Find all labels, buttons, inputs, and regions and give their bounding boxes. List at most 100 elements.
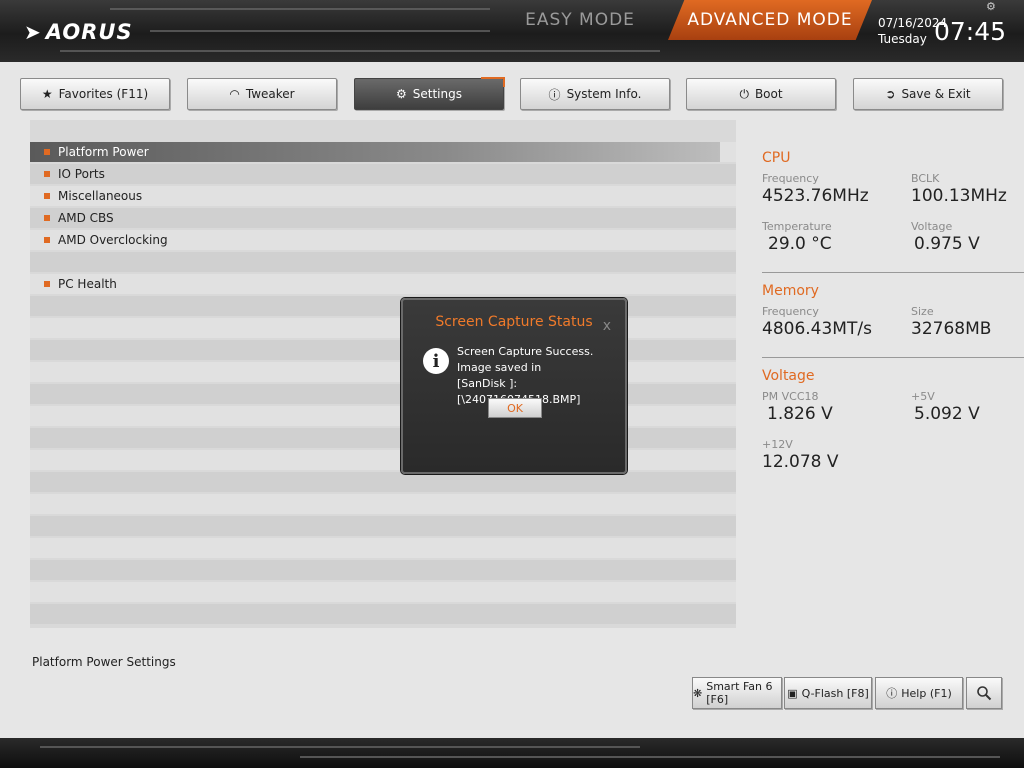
tab-label: Boot: [754, 87, 783, 101]
list-row: [30, 384, 736, 404]
header-bar: ➤ AORUS EASY MODE ADVANCED MODE 07/16/20…: [0, 0, 1024, 62]
menu-item-platform-power[interactable]: Platform Power: [30, 142, 720, 162]
list-row: [30, 164, 736, 184]
tab-tweaker[interactable]: ◠ Tweaker: [187, 78, 337, 110]
cpu-bclk-value: 100.13MHz: [911, 186, 1007, 206]
footer-bar: [0, 738, 1024, 768]
q-flash-button[interactable]: ▣ Q-Flash [F8]: [784, 677, 872, 709]
logo-text: AORUS: [45, 20, 133, 44]
list-row: [30, 340, 736, 360]
list-row: [30, 494, 736, 514]
tab-label: Tweaker: [245, 87, 295, 101]
help-button[interactable]: ⓘ Help (F1): [875, 677, 963, 709]
screen-capture-dialog: Screen Capture Status x i Screen Capture…: [401, 298, 627, 474]
tab-label: System Info.: [566, 87, 642, 101]
info-icon: ⓘ: [548, 87, 561, 102]
memory-frequency-label: Frequency: [762, 305, 819, 318]
help-icon: ⓘ: [886, 687, 898, 700]
decor-streak: [300, 756, 1000, 758]
star-folder-icon: ★: [41, 87, 53, 101]
list-row: [30, 582, 736, 602]
list-row: [30, 296, 736, 316]
item-description: Platform Power Settings: [32, 655, 176, 669]
list-row: [30, 406, 736, 426]
search-icon: [977, 686, 992, 701]
voltage-section-title: Voltage: [762, 368, 815, 384]
search-button[interactable]: [966, 677, 1002, 709]
voltage-grid: PM VCC18 +5V 1.826 V 5.092 V +12V 12.078…: [762, 390, 1024, 486]
memory-section-title: Memory: [762, 283, 819, 299]
bullet-icon: [44, 281, 50, 287]
button-label: Smart Fan 6 [F6]: [706, 680, 773, 706]
tab-label: Favorites (F11): [58, 87, 149, 101]
close-icon[interactable]: x: [603, 318, 611, 334]
gauge-icon: ◠: [229, 87, 240, 101]
memory-size-value: 32768MB: [911, 319, 992, 339]
menu-label: Platform Power: [58, 145, 149, 159]
divider: [762, 272, 1024, 273]
cpu-frequency-value: 4523.76MHz: [762, 186, 869, 206]
pm-vcc18-value: 1.826 V: [767, 404, 833, 424]
gear-icon: ⚙: [396, 87, 407, 101]
exit-icon: ➲: [885, 87, 896, 101]
list-row: [30, 472, 736, 492]
chip-icon: ▣: [787, 686, 798, 700]
list-row: [30, 362, 736, 382]
v12-value: 12.078 V: [762, 452, 839, 472]
ok-button[interactable]: OK: [488, 398, 542, 418]
tab-settings[interactable]: ⚙ Settings: [354, 77, 505, 110]
fan-icon: ❋: [693, 686, 703, 700]
decor-streak: [60, 50, 660, 52]
time-display: 07:45: [934, 17, 1007, 46]
menu-item-io-ports[interactable]: IO Ports: [30, 164, 105, 184]
tab-boot[interactable]: ⏻ Boot: [686, 78, 836, 110]
info-icon: i: [423, 348, 449, 374]
tab-system-info[interactable]: ⓘ System Info.: [520, 78, 670, 110]
cpu-temperature-label: Temperature: [762, 220, 832, 233]
button-label: Q-Flash [F8]: [801, 686, 869, 700]
menu-item-miscellaneous[interactable]: Miscellaneous: [30, 186, 142, 206]
list-row: [30, 428, 736, 448]
menu-item-amd-cbs[interactable]: AMD CBS: [30, 208, 114, 228]
cpu-temperature-value: 29.0 °C: [768, 234, 832, 254]
list-row: [30, 560, 736, 580]
memory-size-label: Size: [911, 305, 934, 318]
menu-item-pc-health[interactable]: PC Health: [30, 274, 117, 294]
tab-favorites[interactable]: ★ Favorites (F11): [20, 78, 170, 110]
main-tabs: ★ Favorites (F11) ◠ Tweaker ⚙ Settings ⓘ…: [20, 77, 1004, 110]
v5-value: 5.092 V: [914, 404, 980, 424]
easy-mode-button[interactable]: EASY MODE: [495, 0, 665, 40]
memory-frequency-value: 4806.43MT/s: [762, 319, 872, 339]
list-row: [30, 516, 736, 536]
divider: [762, 357, 1024, 358]
memory-grid: Frequency Size 4806.43MT/s 32768MB: [762, 305, 1024, 353]
list-row: [30, 274, 736, 294]
decor-streak: [110, 8, 490, 10]
tab-label: Save & Exit: [901, 87, 971, 101]
cpu-voltage-label: Voltage: [911, 220, 953, 233]
bullet-icon: [44, 171, 50, 177]
settings-gear-icon[interactable]: ⚙: [986, 0, 996, 13]
cpu-frequency-label: Frequency: [762, 172, 819, 185]
smart-fan-button[interactable]: ❋ Smart Fan 6 [F6]: [692, 677, 782, 709]
menu-label: AMD CBS: [58, 211, 114, 225]
list-row: [30, 318, 736, 338]
v12-label: +12V: [762, 438, 793, 451]
cpu-section-title: CPU: [762, 150, 791, 166]
advanced-mode-button[interactable]: ADVANCED MODE: [668, 0, 872, 40]
menu-label: AMD Overclocking: [58, 233, 168, 247]
list-row: [30, 208, 736, 228]
aorus-logo: ➤ AORUS: [24, 20, 133, 44]
cpu-bclk-label: BCLK: [911, 172, 940, 185]
menu-label: PC Health: [58, 277, 117, 291]
dialog-title: Screen Capture Status: [435, 314, 593, 330]
tab-label: Settings: [412, 87, 462, 101]
menu-item-amd-overclocking[interactable]: AMD Overclocking: [30, 230, 168, 250]
settings-panel: Platform Power IO Ports Miscellaneous AM…: [30, 120, 736, 628]
tab-save-exit[interactable]: ➲ Save & Exit: [853, 78, 1003, 110]
dialog-line: Screen Capture Success.: [457, 345, 594, 358]
pm-vcc18-label: PM VCC18: [762, 390, 819, 403]
power-icon: ⏻: [739, 86, 749, 101]
empty-label: [911, 438, 1024, 452]
list-row: [30, 604, 736, 624]
